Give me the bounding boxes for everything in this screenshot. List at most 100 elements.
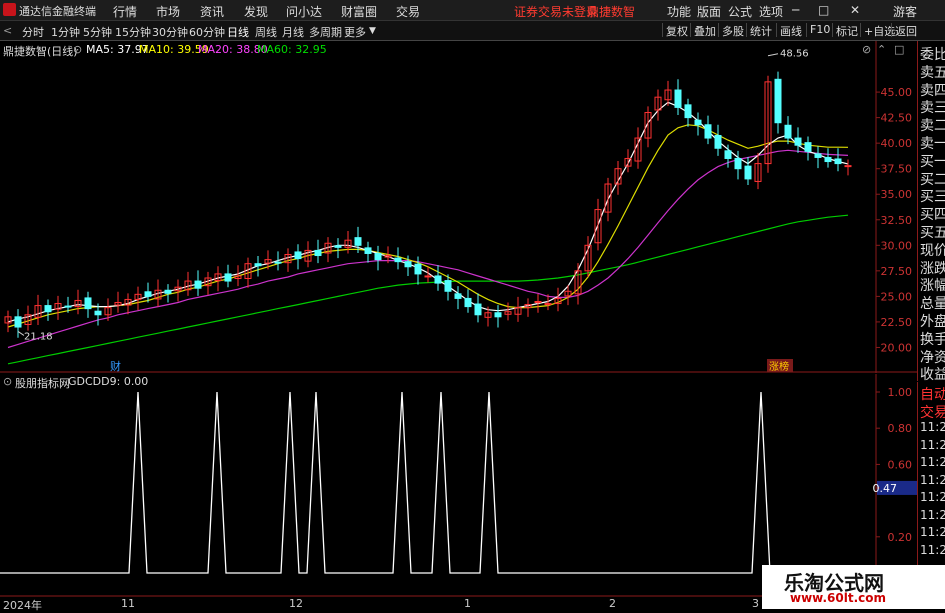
candle-body	[794, 137, 802, 146]
candle-body	[354, 237, 362, 246]
period-multi[interactable]: 多周期	[309, 24, 342, 40]
menu-item-banmian[interactable]: 版面	[697, 3, 721, 20]
indicator-value: GDCDD9: 0.00	[68, 375, 149, 388]
close-icon[interactable]: ✕	[850, 3, 860, 17]
x-axis-label: 11	[121, 597, 135, 610]
ma60-label: MA60: 32.95	[257, 43, 327, 56]
candle-body	[494, 312, 502, 318]
candle-body	[314, 249, 322, 257]
period-5min[interactable]: 5分钟	[83, 24, 112, 40]
menu-item-gongshi[interactable]: 公式	[728, 3, 752, 20]
candle-body	[804, 142, 812, 152]
draw-line-button[interactable]: 画线	[776, 23, 802, 38]
mark-button[interactable]: 标记	[832, 23, 858, 38]
indicator-settings-icon[interactable]: ⊙	[3, 375, 12, 388]
chevron-left-icon[interactable]: <	[3, 24, 12, 37]
x-axis-label: 3	[752, 597, 759, 610]
tick-time: 11:29	[920, 455, 945, 469]
auto-trade-label[interactable]: 自动	[920, 384, 945, 404]
candle-body	[334, 245, 342, 248]
candle-body	[394, 257, 402, 263]
menu-item-zixun[interactable]: 资讯	[200, 3, 224, 20]
menu-bar: 通达信金融终端 行情 市场 资讯 发现 问小达 财富圈 交易 证券交易未登录 鼎…	[0, 0, 945, 21]
kline-chart[interactable]: 45.00 42.50 40.00 37.50 35.00 32.50 30.00 27.50…	[0, 41, 917, 373]
period-monthly[interactable]: 月线	[282, 24, 304, 40]
period-60min[interactable]: 60分钟	[189, 24, 225, 40]
f10-button[interactable]: F10	[806, 23, 830, 37]
menu-item-hangqing[interactable]: 行情	[113, 3, 137, 20]
app-logo-icon	[3, 3, 16, 16]
ma20-line	[7, 149, 849, 349]
candle-body	[414, 263, 422, 275]
candle-body	[714, 134, 722, 149]
guest-label[interactable]: 游客	[893, 3, 917, 20]
candle-body	[44, 305, 52, 313]
indicator-tick-label: 0.47	[873, 482, 898, 495]
candle-body	[834, 158, 842, 165]
candle-body	[824, 156, 832, 163]
period-15min[interactable]: 15分钟	[115, 24, 151, 40]
statistics-button[interactable]: 统计	[746, 23, 772, 38]
candle-body	[424, 275, 432, 278]
maximize-icon[interactable]: □	[818, 3, 829, 17]
period-1min[interactable]: 1分钟	[51, 24, 80, 40]
fullscreen-icon[interactable]: □	[894, 43, 904, 56]
y-tick-label: 42.50	[881, 112, 913, 125]
x-axis-label: 12	[289, 597, 303, 610]
menu-item-xuanxiang[interactable]: 选项	[759, 3, 783, 20]
chevron-down-icon[interactable]: ▼	[369, 26, 376, 36]
auto-trade-label[interactable]: 交易	[920, 402, 945, 422]
y-tick-label: 32.50	[881, 214, 913, 227]
expand-icon[interactable]: ⌃	[877, 43, 886, 56]
y-tick-label: 20.00	[881, 341, 913, 354]
menu-item-jiaoyi[interactable]: 交易	[396, 3, 420, 20]
y-tick-label: 30.00	[881, 239, 913, 252]
menu-item-caifuquan[interactable]: 财富圈	[341, 3, 377, 20]
x-axis-label: 2	[609, 597, 616, 610]
candle-body	[254, 263, 262, 267]
candle-body	[364, 247, 372, 254]
ma10-line	[7, 124, 849, 328]
candle-body	[464, 297, 472, 308]
tick-time: 11:29	[920, 472, 945, 487]
candle-body	[64, 305, 72, 308]
candle-body	[274, 261, 282, 264]
app-title: 通达信金融终端	[19, 5, 96, 18]
candle-body	[744, 165, 752, 180]
period-fenshi[interactable]: 分时	[22, 24, 44, 40]
indicator-tick-label: 0.80	[888, 422, 913, 435]
period-more[interactable]: 更多	[344, 24, 366, 40]
candle-body	[844, 165, 852, 168]
menu-item-faxian[interactable]: 发现	[244, 3, 268, 20]
candle-body	[164, 289, 172, 294]
period-30min[interactable]: 30分钟	[152, 24, 188, 40]
trade-login-notice[interactable]: 证券交易未登录	[514, 3, 598, 20]
menu-item-shichang[interactable]: 市场	[156, 3, 180, 20]
tick-time: 11:29	[920, 420, 945, 434]
tick-time: 11:29	[920, 542, 945, 557]
settings-icon[interactable]: ⊘	[862, 43, 871, 56]
chevron-down-icon[interactable]: ⊙	[73, 43, 82, 56]
ma60-line	[7, 214, 849, 365]
candle-body	[444, 280, 452, 292]
menu-item-wenxiaoda[interactable]: 问小达	[286, 3, 322, 20]
fuquan-button[interactable]: 复权	[662, 23, 688, 38]
period-daily[interactable]: 日线	[227, 24, 249, 40]
candle-body	[544, 303, 552, 306]
tick-time: 11:29	[920, 437, 945, 452]
quote-sidebar: 委比 卖五 卖四 卖三 卖二 卖一 买一 买二 买三 买四 买五 现价 涨跌 涨幅 总量 外盘 换手 净资 收益	[917, 41, 945, 383]
candle-body	[404, 261, 412, 268]
y-tick-label: 45.00	[881, 86, 913, 99]
add-favorite-button[interactable]: +自选	[860, 23, 895, 38]
candle-body	[784, 124, 792, 139]
candle-body	[724, 150, 732, 159]
minimize-icon[interactable]: ─	[792, 3, 799, 17]
multi-stock-button[interactable]: 多股	[718, 23, 744, 38]
back-button[interactable]: 返回	[891, 23, 917, 38]
candle-body	[674, 89, 682, 108]
period-weekly[interactable]: 周线	[255, 24, 277, 40]
menu-item-gongneng[interactable]: 功能	[667, 3, 691, 20]
candle-body	[194, 280, 202, 289]
stock-brand-name: 鼎捷数智	[587, 5, 636, 19]
overlay-button[interactable]: 叠加	[690, 23, 716, 38]
